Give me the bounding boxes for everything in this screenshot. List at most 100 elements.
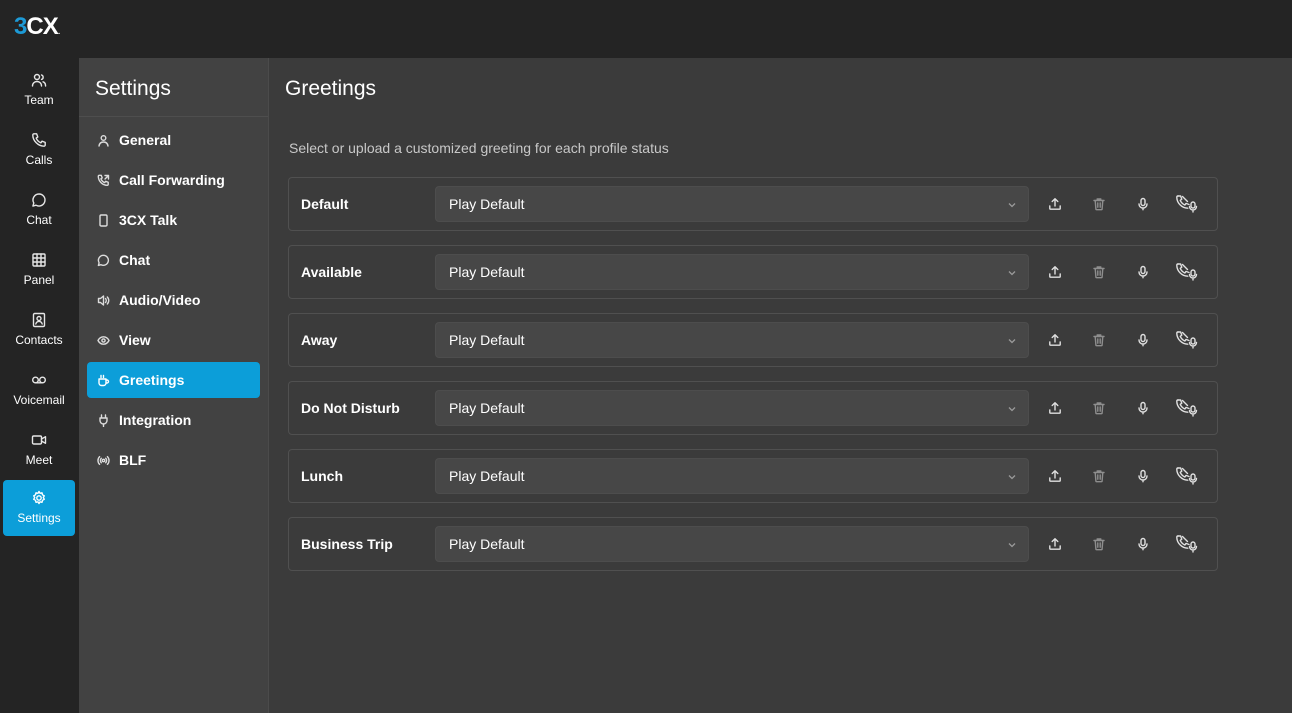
- upload-icon: [1049, 470, 1061, 482]
- record-by-phone-button[interactable]: [1174, 465, 1200, 487]
- sidebar-item-view[interactable]: View: [87, 322, 260, 358]
- record-by-phone-button[interactable]: [1174, 329, 1200, 351]
- chevron-down-icon: [1008, 407, 1016, 412]
- broadcast-icon: [97, 455, 110, 465]
- contacts-icon: [32, 312, 46, 328]
- sidebar-item-label: 3CX Talk: [119, 212, 178, 228]
- upload-button[interactable]: [1044, 533, 1066, 555]
- record-by-phone-button[interactable]: [1174, 193, 1200, 215]
- delete-button[interactable]: [1088, 329, 1110, 351]
- phone-icon: [32, 133, 46, 147]
- greeting-select-value: Play Default: [449, 400, 525, 416]
- record-button[interactable]: [1132, 261, 1154, 283]
- record-button[interactable]: [1132, 329, 1154, 351]
- chevron-down-icon: [1008, 475, 1016, 480]
- user-icon: [98, 134, 109, 147]
- trash-icon: [1093, 538, 1105, 551]
- microphone-icon: [1138, 401, 1148, 415]
- chevron-down-icon: [1008, 339, 1016, 344]
- greeting-select[interactable]: Play Default: [435, 186, 1029, 222]
- greeting-select[interactable]: Play Default: [435, 254, 1029, 290]
- microphone-icon: [1138, 469, 1148, 483]
- greeting-select-value: Play Default: [449, 332, 525, 348]
- sidebar-item-label: Call Forwarding: [119, 172, 225, 188]
- grid-icon: [32, 253, 46, 267]
- sidebar-item-call-forwarding[interactable]: Call Forwarding: [87, 162, 260, 198]
- sidebar-title: Settings: [95, 77, 171, 100]
- sidebar-item-3cx-talk[interactable]: 3CX Talk: [87, 202, 260, 238]
- greeting-select-value: Play Default: [449, 536, 525, 552]
- delete-button[interactable]: [1088, 193, 1110, 215]
- eye-icon: [97, 335, 110, 345]
- record-button[interactable]: [1132, 193, 1154, 215]
- greeting-row: Lunch Play Default: [288, 449, 1218, 503]
- chevron-down-icon: [1008, 271, 1016, 276]
- upload-button[interactable]: [1044, 397, 1066, 419]
- delete-button[interactable]: [1088, 465, 1110, 487]
- logo[interactable]: 3CX.: [14, 14, 60, 45]
- status-label: Business Trip: [301, 536, 393, 552]
- delete-button[interactable]: [1088, 261, 1110, 283]
- rail-item-meet[interactable]: Meet: [3, 422, 75, 478]
- upload-button[interactable]: [1044, 193, 1066, 215]
- record-button[interactable]: [1132, 397, 1154, 419]
- upload-icon: [1049, 266, 1061, 278]
- sidebar-item-greetings[interactable]: Greetings: [87, 362, 260, 398]
- rail-label: Calls: [25, 153, 53, 167]
- sidebar-item-label: Chat: [119, 252, 151, 268]
- microphone-icon: [1138, 537, 1148, 551]
- rail-item-voicemail[interactable]: Voicemail: [3, 362, 75, 418]
- phone-record-icon: [1176, 331, 1198, 349]
- sidebar-item-label: General: [119, 132, 172, 148]
- phone-record-icon: [1176, 263, 1198, 281]
- rail-label: Team: [24, 93, 54, 107]
- greeting-select-value: Play Default: [449, 264, 525, 280]
- sidebar-item-blf[interactable]: BLF: [87, 442, 260, 478]
- sidebar-item-general[interactable]: General: [87, 122, 260, 158]
- sidebar-divider: [79, 116, 268, 117]
- status-label: Lunch: [301, 468, 343, 484]
- upload-icon: [1049, 538, 1061, 550]
- sidebar-item-integration[interactable]: Integration: [87, 402, 260, 438]
- sidebar-item-label: Integration: [119, 412, 192, 428]
- upload-button[interactable]: [1044, 261, 1066, 283]
- record-button[interactable]: [1132, 465, 1154, 487]
- trash-icon: [1093, 402, 1105, 415]
- rail-item-calls[interactable]: Calls: [3, 122, 75, 178]
- rail-label: Contacts: [15, 333, 63, 347]
- delete-button[interactable]: [1088, 533, 1110, 555]
- record-by-phone-button[interactable]: [1174, 261, 1200, 283]
- status-label: Away: [301, 332, 338, 348]
- sidebar-item-label: Audio/Video: [119, 292, 201, 308]
- greeting-select[interactable]: Play Default: [435, 458, 1029, 494]
- record-by-phone-button[interactable]: [1174, 397, 1200, 419]
- record-button[interactable]: [1132, 533, 1154, 555]
- rail-item-chat[interactable]: Chat: [3, 182, 75, 238]
- sidebar-item-label: View: [119, 332, 151, 348]
- rail-item-settings[interactable]: Settings: [3, 480, 75, 536]
- call-forward-icon: [97, 174, 110, 186]
- plug-icon: [99, 413, 108, 427]
- trash-icon: [1093, 334, 1105, 347]
- rail-item-panel[interactable]: Panel: [3, 242, 75, 298]
- sidebar-item-chat[interactable]: Chat: [87, 242, 260, 278]
- upload-button[interactable]: [1044, 465, 1066, 487]
- delete-button[interactable]: [1088, 397, 1110, 419]
- mobile-icon: [99, 213, 108, 227]
- record-by-phone-button[interactable]: [1174, 533, 1200, 555]
- greeting-select[interactable]: Play Default: [435, 322, 1029, 358]
- team-icon: [31, 73, 47, 87]
- gear-icon: [33, 490, 45, 505]
- upload-icon: [1049, 402, 1061, 414]
- greeting-select[interactable]: Play Default: [435, 526, 1029, 562]
- rail-item-team[interactable]: Team: [3, 62, 75, 118]
- upload-button[interactable]: [1044, 329, 1066, 351]
- sidebar-item-audio-video[interactable]: Audio/Video: [87, 282, 260, 318]
- greeting-row: Available Play Default: [288, 245, 1218, 299]
- rail-label: Chat: [26, 213, 52, 227]
- rail-item-contacts[interactable]: Contacts: [3, 302, 75, 358]
- microphone-icon: [1138, 197, 1148, 211]
- greeting-select-value: Play Default: [449, 468, 525, 484]
- greeting-select[interactable]: Play Default: [435, 390, 1029, 426]
- speaker-icon: [97, 294, 110, 306]
